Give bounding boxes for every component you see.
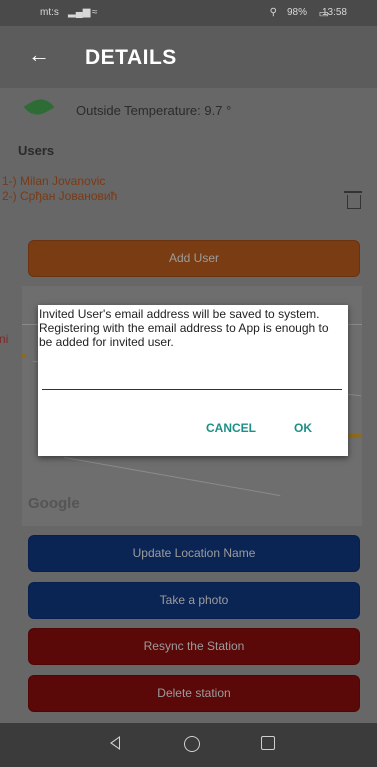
user-item[interactable]: 2-) Срђан Јовановић bbox=[2, 189, 117, 203]
users-heading: Users bbox=[18, 143, 55, 158]
delete-station-button[interactable]: Delete station bbox=[28, 675, 360, 712]
map-marker bbox=[22, 354, 26, 358]
ok-button[interactable]: OK bbox=[294, 421, 312, 435]
page-title: DETAILS bbox=[85, 46, 177, 69]
dialog-message: Invited User's email address will be sav… bbox=[39, 307, 329, 349]
email-input[interactable] bbox=[42, 389, 342, 390]
location-icon: ⚲ bbox=[269, 7, 277, 18]
square-recent-icon[interactable] bbox=[261, 736, 275, 750]
map-road bbox=[63, 456, 281, 497]
invite-user-dialog: Invited User's email address will be sav… bbox=[38, 305, 348, 456]
signal-bars-icon: ▂▄▆ bbox=[68, 7, 91, 18]
temperature-row: Outside Temperature: 9.7 ° bbox=[0, 88, 377, 138]
google-logo: Google bbox=[28, 495, 80, 512]
clock: 13:58 bbox=[321, 7, 347, 18]
map-marker bbox=[348, 434, 362, 438]
system-nav-bar bbox=[0, 723, 377, 767]
add-user-button[interactable]: Add User bbox=[28, 240, 360, 277]
take-photo-button[interactable]: Take a photo bbox=[28, 582, 360, 619]
circle-home-icon[interactable] bbox=[184, 736, 200, 752]
carrier-label: mt:s bbox=[40, 7, 59, 18]
user-item[interactable]: 1-) Milan Jovanovic bbox=[2, 174, 105, 188]
map-edge-label: ni bbox=[0, 332, 9, 346]
battery-percent: 98% bbox=[286, 7, 307, 18]
arrow-left-icon[interactable]: ← bbox=[28, 42, 50, 68]
triangle-back-icon[interactable] bbox=[110, 736, 120, 750]
outside-temperature: Outside Temperature: 9.7 ° bbox=[76, 103, 232, 118]
app-bar: ← DETAILS bbox=[0, 26, 377, 88]
leaf-icon bbox=[23, 93, 55, 121]
update-location-button[interactable]: Update Location Name bbox=[28, 535, 360, 572]
wifi-icon: ≈ bbox=[92, 7, 98, 18]
cancel-button[interactable]: CANCEL bbox=[206, 421, 256, 435]
resync-station-button[interactable]: Resync the Station bbox=[28, 628, 360, 665]
trash-icon[interactable] bbox=[344, 191, 362, 209]
status-bar: mt:s ▂▄▆ ≈ ⚲ 98% ▭ 13:58 bbox=[0, 0, 377, 26]
